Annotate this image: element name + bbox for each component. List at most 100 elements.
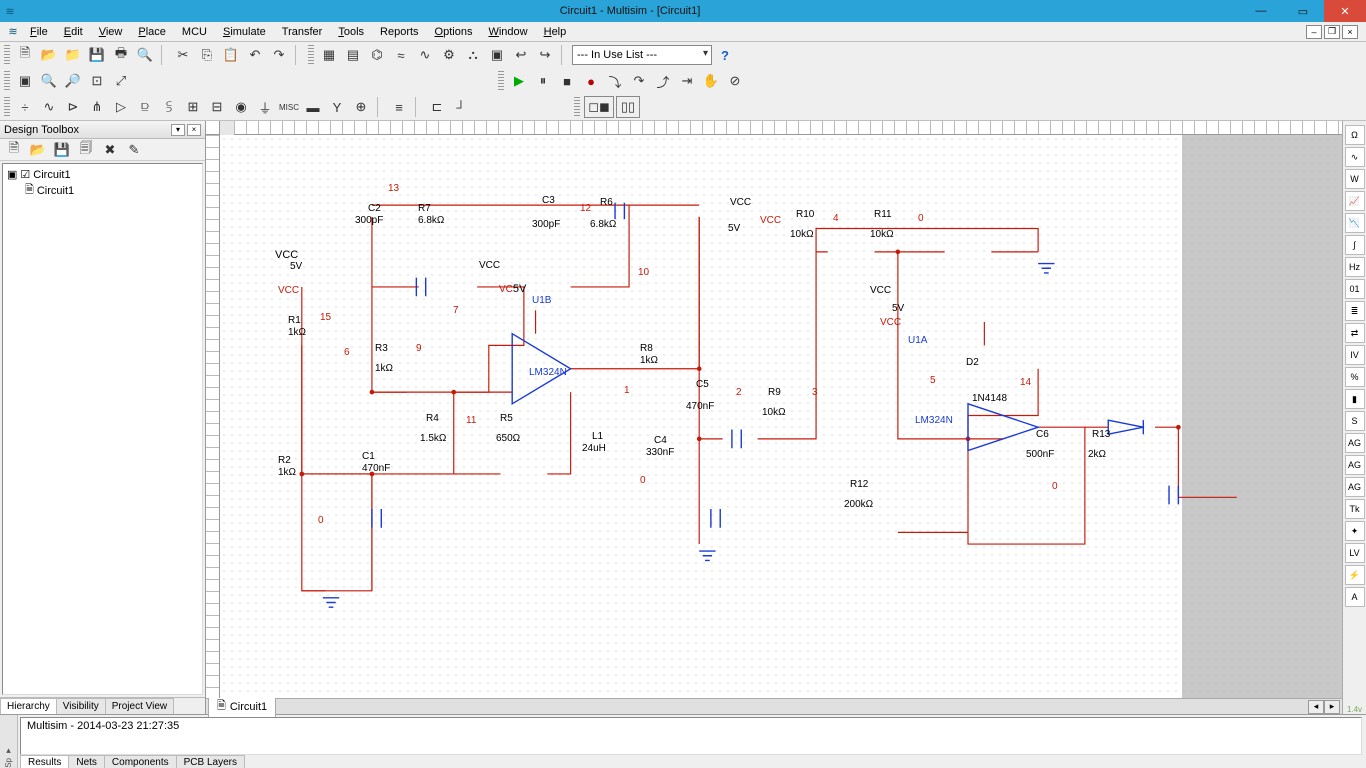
zoom-area-icon[interactable]: ⊡ [86,70,108,92]
place-indicator-icon[interactable]: ◉ [230,96,252,118]
step-out-icon[interactable]: ⤴ [652,70,674,92]
open-sample-icon[interactable]: 📁 [62,44,84,66]
menu-options[interactable]: Options [427,24,481,40]
mdi-close-button[interactable]: × [1342,25,1358,39]
step-to-icon[interactable]: ⇥ [676,70,698,92]
full-screen-icon[interactable]: ▣ [14,70,36,92]
tab-project-view[interactable]: Project View [105,698,174,714]
tb-save-icon[interactable]: 💾 [51,139,73,161]
place-diode-icon[interactable]: ⊳ [62,96,84,118]
toggle-design-icon[interactable]: ▦ [318,44,340,66]
instr-4ch-scope-icon[interactable]: 📉 [1345,213,1365,233]
design-tree[interactable]: ▣☑ Circuit1 🗎 Circuit1 [2,163,203,695]
place-electromech-icon[interactable]: ⊕ [350,96,372,118]
instr-network-icon[interactable]: S [1345,411,1365,431]
toolbar-grip[interactable] [4,45,10,65]
sim-toggle-icon[interactable]: ▯▯ [616,96,640,118]
postproc-icon[interactable]: ∿ [414,44,436,66]
place-misc-icon[interactable]: MISC [278,96,300,118]
toolbar-grip[interactable] [498,71,504,91]
tb-new-icon[interactable]: 🗎 [3,139,25,161]
menu-view[interactable]: View [91,24,131,40]
zoom-in-icon[interactable]: 🔍 [38,70,60,92]
toolbar-grip[interactable] [4,71,10,91]
maximize-button[interactable]: ▭ [1282,0,1324,22]
tree-child[interactable]: Circuit1 [37,185,74,197]
tab-nets[interactable]: Nets [68,755,105,768]
place-basic-icon[interactable]: ∿ [38,96,60,118]
close-button[interactable]: ✕ [1324,0,1366,22]
toolbar-grip[interactable] [574,97,580,117]
mdi-restore-button[interactable]: ❐ [1324,25,1340,39]
schematic-canvas[interactable]: VCC 5V VCC R1 1kΩ R2 1kΩ C1 470nF 0 13 C… [220,135,1342,698]
capture-icon[interactable]: ▣ [486,44,508,66]
instr-ag-scope-icon[interactable]: AG [1345,477,1365,497]
paste-icon[interactable]: 📋 [220,44,242,66]
instr-spectrum-icon[interactable]: ▮ [1345,389,1365,409]
instr-iv-icon[interactable]: IV [1345,345,1365,365]
breakpoint-icon[interactable]: ✋ [700,70,722,92]
stop-icon[interactable]: ■ [556,70,578,92]
instr-wattmeter-icon[interactable]: W [1345,169,1365,189]
instr-logic-analyzer-icon[interactable]: ≣ [1345,301,1365,321]
instr-tek-scope-icon[interactable]: Tk [1345,499,1365,519]
print-icon[interactable]: 🖶 [110,44,132,66]
instr-funcgen-icon[interactable]: ∿ [1345,147,1365,167]
record-icon[interactable]: ● [580,70,602,92]
toolbar-grip[interactable] [308,45,314,65]
menu-window[interactable]: Window [480,24,535,40]
menu-simulate[interactable]: Simulate [215,24,274,40]
tab-components[interactable]: Components [104,755,177,768]
in-use-list-combo[interactable]: --- In Use List --- [572,45,712,65]
zoom-out-icon[interactable]: 🔎 [62,70,84,92]
menu-help[interactable]: Help [536,24,575,40]
menu-mcu[interactable]: MCU [174,24,215,40]
redo-icon[interactable]: ↷ [268,44,290,66]
toolbar-grip[interactable] [4,97,10,117]
place-misc-digital-icon[interactable]: ⊞ [182,96,204,118]
undo-icon[interactable]: ↶ [244,44,266,66]
tree-root[interactable]: Circuit1 [33,169,70,181]
minimize-button[interactable]: — [1240,0,1282,22]
run-icon[interactable]: ▶ [508,70,530,92]
sim-switch-icon[interactable]: ◻◼ [584,96,614,118]
place-cmos-icon[interactable]: ⫓ [158,96,180,118]
instr-freq-counter-icon[interactable]: Hz [1345,257,1365,277]
place-analog-icon[interactable]: ▷ [110,96,132,118]
place-power-icon[interactable]: ⏚ [254,96,276,118]
tab-visibility[interactable]: Visibility [56,698,106,714]
spreadsheet-collapse-button[interactable]: ▴ [6,745,11,756]
junction-icon[interactable]: ┘ [450,96,472,118]
toolbox-pin-button[interactable]: ▾ [171,124,185,136]
tb-saveall-icon[interactable]: 🗐 [75,139,97,161]
instr-distortion-icon[interactable]: % [1345,367,1365,387]
place-rf-icon[interactable]: Y [326,96,348,118]
instr-wordgen-icon[interactable]: 01 [1345,279,1365,299]
grapher-icon[interactable]: ≈ [390,44,412,66]
place-mixed-icon[interactable]: ⊟ [206,96,228,118]
save-icon[interactable]: 💾 [86,44,108,66]
tb-close-icon[interactable]: ✖ [99,139,121,161]
hscroll-right-button[interactable]: ▸ [1324,700,1340,714]
tb-open-icon[interactable]: 📂 [27,139,49,161]
tree-expand-icon[interactable]: ▣ [7,168,17,181]
menu-file[interactable]: File [22,24,56,40]
instr-labview-icon[interactable]: LV [1345,543,1365,563]
tb-rename-icon[interactable]: ✎ [123,139,145,161]
tab-pcb-layers[interactable]: PCB Layers [176,755,245,768]
toggle-breakpoint-icon[interactable]: ⊘ [724,70,746,92]
hierarchical-icon[interactable]: ⊏ [426,96,448,118]
pause-icon[interactable]: ⏸ [532,70,554,92]
open-icon[interactable]: 📂 [38,44,60,66]
menu-tools[interactable]: Tools [330,24,372,40]
hscroll-left-button[interactable]: ◂ [1308,700,1324,714]
menu-edit[interactable]: Edit [56,24,91,40]
step-over-icon[interactable]: ↷ [628,70,650,92]
place-ttl-icon[interactable]: ⫒ [134,96,156,118]
menu-place[interactable]: Place [130,24,174,40]
back-annotate-icon[interactable]: ↩ [510,44,532,66]
tab-results[interactable]: Results [20,755,69,768]
mdi-minimize-button[interactable]: – [1306,25,1322,39]
new-icon[interactable]: 🗎 [14,44,36,66]
step-into-icon[interactable]: ⤵ [604,70,626,92]
